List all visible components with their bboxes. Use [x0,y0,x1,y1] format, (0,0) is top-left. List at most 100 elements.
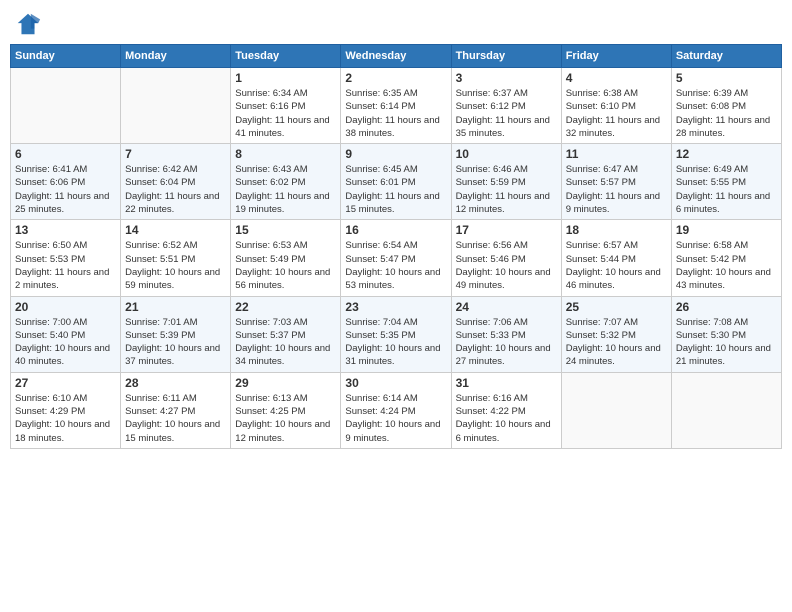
day-number: 14 [125,223,226,237]
day-detail: Sunrise: 6:52 AM Sunset: 5:51 PM Dayligh… [125,239,226,292]
day-number: 17 [456,223,557,237]
day-detail: Sunrise: 6:45 AM Sunset: 6:01 PM Dayligh… [345,163,446,216]
day-detail: Sunrise: 6:56 AM Sunset: 5:46 PM Dayligh… [456,239,557,292]
day-number: 30 [345,376,446,390]
day-number: 4 [566,71,667,85]
day-detail: Sunrise: 6:43 AM Sunset: 6:02 PM Dayligh… [235,163,336,216]
day-number: 21 [125,300,226,314]
calendar-cell: 21Sunrise: 7:01 AM Sunset: 5:39 PM Dayli… [121,296,231,372]
day-detail: Sunrise: 6:38 AM Sunset: 6:10 PM Dayligh… [566,87,667,140]
day-number: 9 [345,147,446,161]
calendar-cell: 16Sunrise: 6:54 AM Sunset: 5:47 PM Dayli… [341,220,451,296]
calendar-cell: 8 Sunrise: 6:43 AM Sunset: 6:02 PM Daylig… [231,144,341,220]
day-detail: Sunrise: 6:53 AM Sunset: 5:49 PM Dayligh… [235,239,336,292]
day-number: 28 [125,376,226,390]
calendar-cell: 9 Sunrise: 6:45 AM Sunset: 6:01 PM Daylig… [341,144,451,220]
calendar-cell [11,68,121,144]
logo-icon [14,10,42,38]
day-detail: Sunrise: 6:35 AM Sunset: 6:14 PM Dayligh… [345,87,446,140]
calendar-cell: 18 Sunrise: 6:57 AM Sunset: 5:44 PM Dayli… [561,220,671,296]
day-number: 31 [456,376,557,390]
day-number: 6 [15,147,116,161]
day-detail: Sunrise: 6:11 AM Sunset: 4:27 PM Dayligh… [125,392,226,445]
logo [14,10,44,38]
calendar-week-row: 13 Sunrise: 6:50 AM Sunset: 5:53 PM Dayli… [11,220,782,296]
day-detail: Sunrise: 6:46 AM Sunset: 5:59 PM Dayligh… [456,163,557,216]
calendar-cell: 23 Sunrise: 7:04 AM Sunset: 5:35 PM Dayli… [341,296,451,372]
col-header-thursday: Thursday [451,45,561,68]
day-detail: Sunrise: 7:03 AM Sunset: 5:37 PM Dayligh… [235,316,336,369]
day-number: 8 [235,147,336,161]
day-number: 5 [676,71,777,85]
day-number: 29 [235,376,336,390]
day-number: 10 [456,147,557,161]
day-detail: Sunrise: 6:16 AM Sunset: 4:22 PM Dayligh… [456,392,557,445]
col-header-sunday: Sunday [11,45,121,68]
day-detail: Sunrise: 6:10 AM Sunset: 4:29 PM Dayligh… [15,392,116,445]
day-detail: Sunrise: 7:08 AM Sunset: 5:30 PM Dayligh… [676,316,777,369]
calendar-cell: 2 Sunrise: 6:35 AM Sunset: 6:14 PM Daylig… [341,68,451,144]
calendar-week-row: 27 Sunrise: 6:10 AM Sunset: 4:29 PM Dayli… [11,372,782,448]
col-header-saturday: Saturday [671,45,781,68]
calendar-cell: 20Sunrise: 7:00 AM Sunset: 5:40 PM Dayli… [11,296,121,372]
calendar-cell: 11Sunrise: 6:47 AM Sunset: 5:57 PM Dayli… [561,144,671,220]
calendar-cell [671,372,781,448]
calendar-week-row: 20Sunrise: 7:00 AM Sunset: 5:40 PM Dayli… [11,296,782,372]
day-detail: Sunrise: 7:00 AM Sunset: 5:40 PM Dayligh… [15,316,116,369]
calendar-cell: 24 Sunrise: 7:06 AM Sunset: 5:33 PM Dayli… [451,296,561,372]
calendar-cell: 26 Sunrise: 7:08 AM Sunset: 5:30 PM Dayli… [671,296,781,372]
calendar-cell: 29 Sunrise: 6:13 AM Sunset: 4:25 PM Dayli… [231,372,341,448]
calendar-cell: 13 Sunrise: 6:50 AM Sunset: 5:53 PM Dayli… [11,220,121,296]
day-detail: Sunrise: 7:07 AM Sunset: 5:32 PM Dayligh… [566,316,667,369]
col-header-wednesday: Wednesday [341,45,451,68]
calendar-cell: 5Sunrise: 6:39 AM Sunset: 6:08 PM Daylig… [671,68,781,144]
day-number: 24 [456,300,557,314]
calendar-cell: 10 Sunrise: 6:46 AM Sunset: 5:59 PM Dayli… [451,144,561,220]
col-header-tuesday: Tuesday [231,45,341,68]
day-number: 26 [676,300,777,314]
day-number: 22 [235,300,336,314]
calendar-cell [561,372,671,448]
day-detail: Sunrise: 6:34 AM Sunset: 6:16 PM Dayligh… [235,87,336,140]
day-detail: Sunrise: 6:13 AM Sunset: 4:25 PM Dayligh… [235,392,336,445]
day-detail: Sunrise: 6:41 AM Sunset: 6:06 PM Dayligh… [15,163,116,216]
page-header [10,10,782,38]
calendar-cell: 19Sunrise: 6:58 AM Sunset: 5:42 PM Dayli… [671,220,781,296]
day-detail: Sunrise: 6:50 AM Sunset: 5:53 PM Dayligh… [15,239,116,292]
calendar-cell: 17 Sunrise: 6:56 AM Sunset: 5:46 PM Dayli… [451,220,561,296]
calendar-cell: 25 Sunrise: 7:07 AM Sunset: 5:32 PM Dayli… [561,296,671,372]
calendar-cell: 1 Sunrise: 6:34 AM Sunset: 6:16 PM Daylig… [231,68,341,144]
day-detail: Sunrise: 7:06 AM Sunset: 5:33 PM Dayligh… [456,316,557,369]
col-header-friday: Friday [561,45,671,68]
calendar-cell: 28 Sunrise: 6:11 AM Sunset: 4:27 PM Dayli… [121,372,231,448]
calendar-header-row: SundayMondayTuesdayWednesdayThursdayFrid… [11,45,782,68]
day-number: 3 [456,71,557,85]
calendar-cell: 27 Sunrise: 6:10 AM Sunset: 4:29 PM Dayli… [11,372,121,448]
day-detail: Sunrise: 6:42 AM Sunset: 6:04 PM Dayligh… [125,163,226,216]
day-number: 15 [235,223,336,237]
calendar-cell: 7 Sunrise: 6:42 AM Sunset: 6:04 PM Daylig… [121,144,231,220]
calendar-cell: 30Sunrise: 6:14 AM Sunset: 4:24 PM Dayli… [341,372,451,448]
day-number: 12 [676,147,777,161]
calendar-cell: 22 Sunrise: 7:03 AM Sunset: 5:37 PM Dayli… [231,296,341,372]
calendar-cell: 15 Sunrise: 6:53 AM Sunset: 5:49 PM Dayli… [231,220,341,296]
calendar-week-row: 6 Sunrise: 6:41 AM Sunset: 6:06 PM Daylig… [11,144,782,220]
day-number: 13 [15,223,116,237]
calendar-cell: 31 Sunrise: 6:16 AM Sunset: 4:22 PM Dayli… [451,372,561,448]
day-number: 23 [345,300,446,314]
calendar-cell [121,68,231,144]
day-number: 7 [125,147,226,161]
calendar-table: SundayMondayTuesdayWednesdayThursdayFrid… [10,44,782,449]
day-number: 27 [15,376,116,390]
day-detail: Sunrise: 6:57 AM Sunset: 5:44 PM Dayligh… [566,239,667,292]
col-header-monday: Monday [121,45,231,68]
calendar-cell: 14 Sunrise: 6:52 AM Sunset: 5:51 PM Dayli… [121,220,231,296]
day-number: 25 [566,300,667,314]
day-number: 18 [566,223,667,237]
day-detail: Sunrise: 6:37 AM Sunset: 6:12 PM Dayligh… [456,87,557,140]
day-number: 1 [235,71,336,85]
day-detail: Sunrise: 7:04 AM Sunset: 5:35 PM Dayligh… [345,316,446,369]
day-detail: Sunrise: 6:49 AM Sunset: 5:55 PM Dayligh… [676,163,777,216]
calendar-cell: 3 Sunrise: 6:37 AM Sunset: 6:12 PM Daylig… [451,68,561,144]
day-number: 2 [345,71,446,85]
